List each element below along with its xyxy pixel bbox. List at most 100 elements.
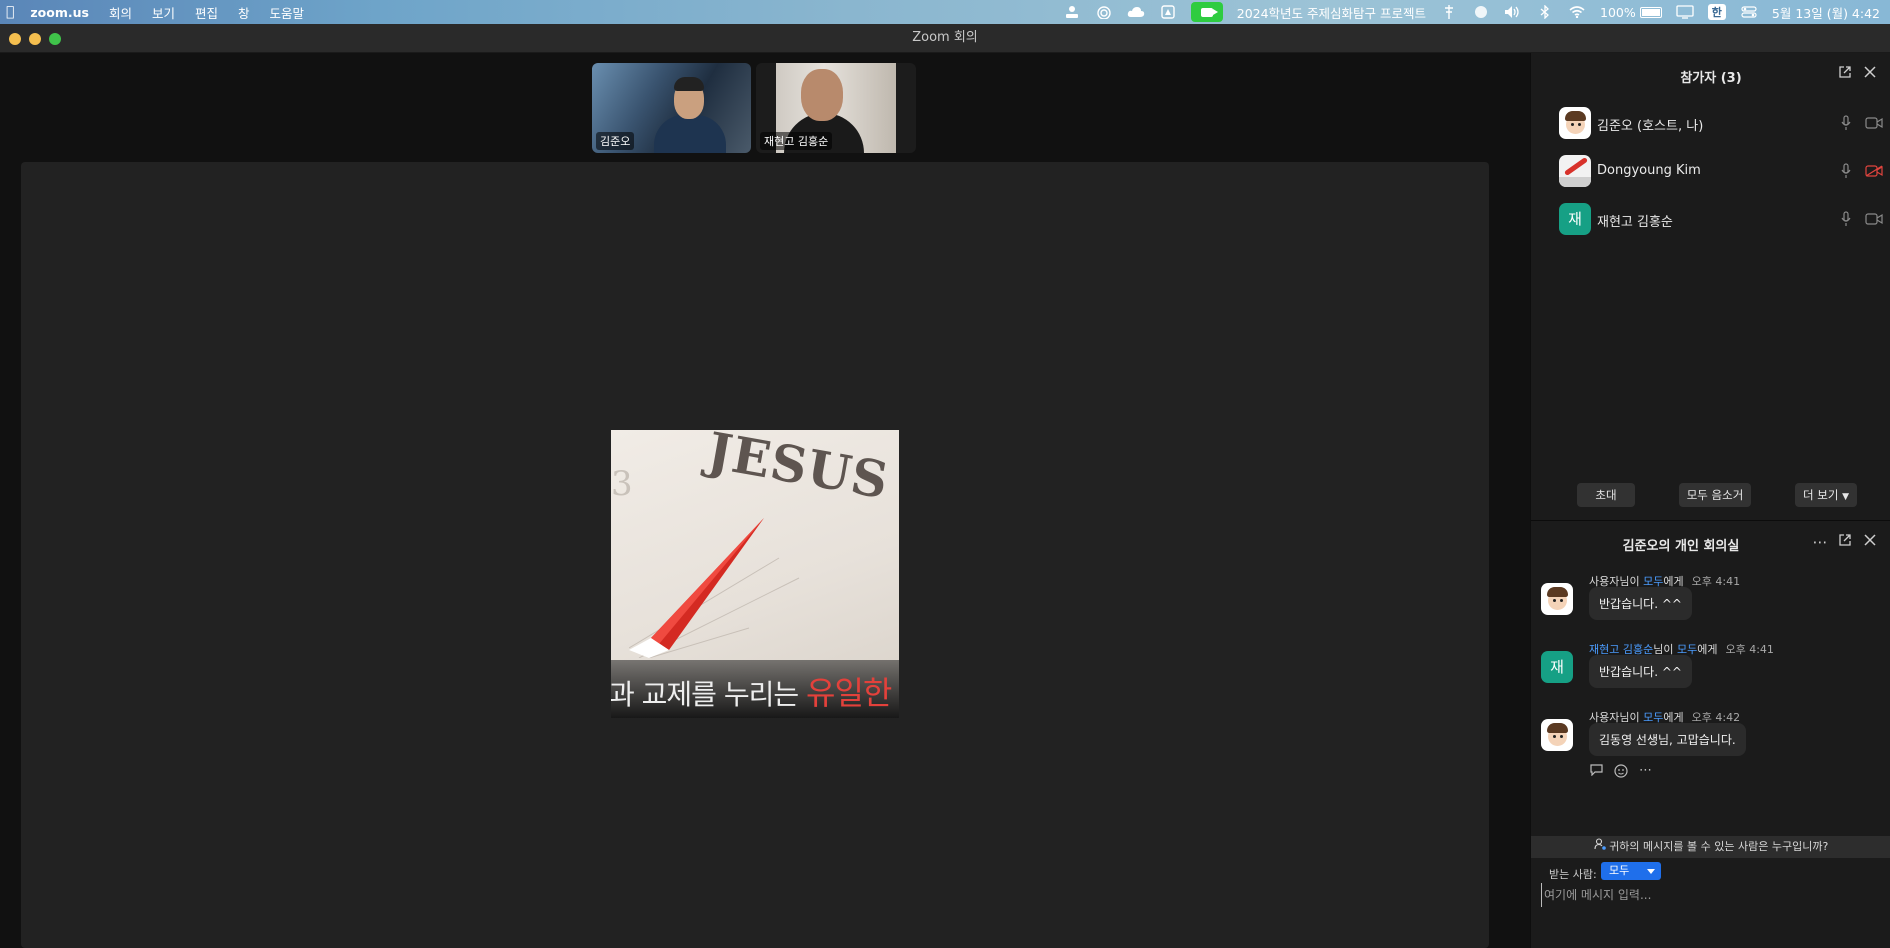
menu-help[interactable]: 도움말 [270,3,305,22]
battery-icon [1639,6,1662,18]
menu-window[interactable]: 창 [238,3,250,22]
participant-row[interactable]: 재 재현고 김홍순 [1531,199,1890,239]
drive-icon[interactable] [1159,5,1177,19]
avatar-hair [1547,587,1568,597]
message-visibility-notice[interactable]: 귀하의 메시지를 볼 수 있는 사람은 누구입니까? [1531,836,1890,858]
recipient-dropdown[interactable]: 모두 [1601,862,1661,880]
more-actions-icon[interactable]: ⋯ [1639,763,1652,782]
menu-view[interactable]: 보기 [152,3,175,22]
reply-thread-icon[interactable] [1589,763,1604,782]
apple-menu-icon[interactable]:  [6,4,14,20]
message-bubble[interactable]: 반갑습니다. ^^ [1589,587,1692,620]
participant-video-thumbnail[interactable]: 김준오 [592,63,751,153]
message-time: 오후 4:41 [1725,643,1774,656]
chat-message-input[interactable] [1541,883,1876,907]
avatar-stroke [1563,156,1589,177]
slide-caption-text: 과 교제를 누리는 [611,678,807,711]
dropdown-caret-icon [1647,869,1655,874]
microphone-icon[interactable] [1841,211,1851,227]
input-method-indicator[interactable]: 한 [1707,4,1726,20]
shared-screen-area[interactable]: 3 JESUS 과 교제를 누리는 유일한 [21,162,1489,948]
message-bubble[interactable]: 김동영 선생님, 고맙습니다. [1589,723,1746,756]
participant-name: 재현고 김홍순 [1597,215,1673,230]
visibility-notice-text: 귀하의 메시지를 볼 수 있는 사람은 누구입니까? [1609,840,1829,853]
cartoon-avatar [1559,107,1591,139]
avatar-hair [1565,111,1586,121]
slide-caption-highlight: 유일한 [806,674,892,712]
microphone-icon[interactable] [1841,163,1851,179]
avatar-eye [1578,123,1581,126]
zoom-camera-status-icon[interactable] [1190,2,1223,22]
add-reaction-icon[interactable] [1614,763,1629,782]
slide-caption: 과 교제를 누리는 유일한 [611,668,892,714]
cartoon-avatar [1541,583,1573,615]
participant-row[interactable]: 김준오 (호스트, 나) [1531,103,1890,143]
compass-needle-graphic [629,518,800,658]
display-mirror-icon[interactable] [1676,5,1694,19]
avatar-eye [1560,735,1563,738]
macos-menu-bar:  zoom.us 회의 보기 편집 창 도움말 2024학년도 주제심화탐구 … [0,0,1890,24]
message-time: 오후 4:41 [1691,575,1741,588]
video-camera-icon[interactable] [1865,213,1883,225]
status-text[interactable]: 2024학년도 주제심화탐구 프로젝트 [1237,3,1426,22]
recipient-label: 받는 사람: [1549,868,1597,881]
avatar-background [1559,177,1591,187]
recipient-dropdown-value: 모두 [1609,864,1630,877]
close-icon[interactable] [1861,533,1879,551]
window-title-bar: Zoom 회의 [0,24,1890,53]
shared-slide-image: 3 JESUS 과 교제를 누리는 유일한 [611,430,899,718]
popout-icon[interactable] [1836,533,1854,551]
video-camera-icon[interactable] [1865,117,1883,129]
side-panel: 참가자 (3) 김준오 (호스트, 나) Dongyoung Kim 재 재현고… [1530,53,1890,948]
video-person-body [654,115,726,153]
avatar-eye [1560,599,1563,602]
clock[interactable]: 5월 13일 (월) 4:42 [1772,3,1880,22]
participants-panel: 참가자 (3) 김준오 (호스트, 나) Dongyoung Kim 재 재현고… [1531,53,1890,521]
chat-header: 김준오의 개인 회의실 ⋯ [1531,521,1890,563]
message-bubble[interactable]: 반갑습니다. ^^ [1589,655,1692,688]
mute-all-button[interactable]: 모두 음소거 [1679,483,1751,507]
participant-video-thumbnail[interactable]: 재현고 김홍순 [756,63,916,153]
pin-icon[interactable] [1440,5,1458,19]
control-center-icon[interactable] [1740,5,1758,19]
invite-button[interactable]: 초대 [1577,483,1635,507]
meeting-stage: 김준오 재현고 김홍순 3 JESUS 과 교제를 누리는 유일한 [0,53,1530,948]
participants-header: 참가자 (3) [1531,53,1890,95]
more-button-label: 더 보기 [1803,488,1839,502]
avatar-eye [1553,735,1556,738]
video-off-icon[interactable] [1865,165,1883,177]
letter-avatar: 재 [1559,203,1591,235]
more-options-icon[interactable]: ⋯ [1811,533,1829,551]
icloud-icon[interactable] [1127,5,1145,19]
participant-name: 김준오 (호스트, 나) [1597,119,1704,134]
microphone-icon[interactable] [1841,115,1851,131]
avatar-hair [1547,723,1568,733]
bluetooth-icon[interactable] [1536,5,1554,19]
siri-icon[interactable] [1472,5,1490,19]
photo-avatar [1559,155,1591,187]
battery-status[interactable]: 100% [1600,5,1662,20]
message-suffix: 에게 [1697,643,1718,656]
letter-avatar: 재 [1541,651,1573,683]
screen-share-status-icon[interactable] [1063,5,1081,19]
menu-meeting[interactable]: 회의 [109,3,132,22]
participant-row[interactable]: Dongyoung Kim [1531,151,1890,191]
avatar-eye [1553,599,1556,602]
wifi-icon[interactable] [1568,5,1586,19]
thumbnail-name-label: 재현고 김홍순 [760,132,833,150]
chat-panel: 김준오의 개인 회의실 ⋯ 사용자님이 모두에게 오후 4:41 반갑습니다. ^… [1531,521,1890,948]
menu-app-name[interactable]: zoom.us [30,5,89,20]
close-icon[interactable] [1861,65,1879,83]
slide-heading: JESUS [703,430,894,511]
volume-icon[interactable] [1504,5,1522,19]
more-button[interactable]: 더 보기 ▼ [1795,483,1857,507]
avatar-eye [1571,123,1574,126]
airdrop-icon[interactable] [1095,5,1113,19]
person-lock-icon [1594,838,1610,853]
menu-edit[interactable]: 편집 [195,3,218,22]
battery-percent: 100% [1600,4,1636,20]
popout-icon[interactable] [1836,65,1854,83]
message-actions: ⋯ [1589,763,1662,782]
chevron-down-icon: ▼ [1842,492,1849,502]
video-person-hair [674,77,704,91]
